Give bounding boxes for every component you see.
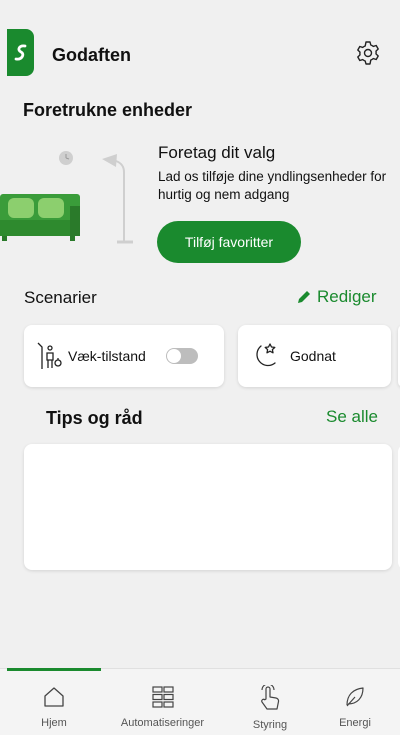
bottom-nav: Hjem Automatiseringer Styring Energi [0,668,400,735]
scenarios-section-title: Scenarier [24,288,97,307]
nav-item-energy[interactable]: Energi [315,669,395,735]
gear-icon [357,41,379,65]
pencil-icon [298,291,310,303]
brand-logo [7,29,34,76]
page-title: Godaften [52,45,131,65]
favorites-section-title: Foretrukne enheder [23,100,193,120]
nav-label-home: Hjem [41,717,67,729]
favorites-description: Lad os tilføje dine yndlingsenheder for … [158,169,387,202]
nav-item-automations[interactable]: Automatiseringer [110,669,215,735]
tips-section-title: Tips og råd [46,408,143,428]
nav-label-automations: Automatiseringer [120,717,205,729]
nav-active-indicator [7,668,101,671]
nav-item-control[interactable]: Styring [225,669,315,735]
leaf-icon [346,687,364,707]
home-icon [44,687,64,707]
settings-button[interactable] [354,39,382,67]
scenario-card-goodnight[interactable]: Godnat [238,325,391,387]
scenario-label: Væk-tilstand [68,348,146,364]
tips-card[interactable] [24,444,392,570]
nav-label-energy: Energi [339,717,371,729]
favorites-illustration [0,146,145,251]
away-mode-toggle[interactable] [165,348,198,364]
favorites-heading: Foretag dit valg [158,143,276,162]
scenario-card-away[interactable]: Væk-tilstand [24,325,224,387]
away-person-icon [37,342,62,369]
scenario-label: Godnat [290,348,336,364]
hand-tap-icon [261,685,280,710]
brand-logo-icon [14,43,26,60]
grid-icon [151,686,174,708]
nav-item-home[interactable]: Hjem [7,669,101,735]
moon-star-icon [256,343,276,367]
edit-scenarios-button[interactable]: Rediger [296,287,377,307]
toggle-knob [166,349,181,363]
see-all-link[interactable]: Se alle [326,407,378,427]
edit-label: Rediger [317,287,377,306]
nav-label-control: Styring [252,719,288,731]
add-favorites-button[interactable]: Tilføj favoritter [157,221,301,263]
